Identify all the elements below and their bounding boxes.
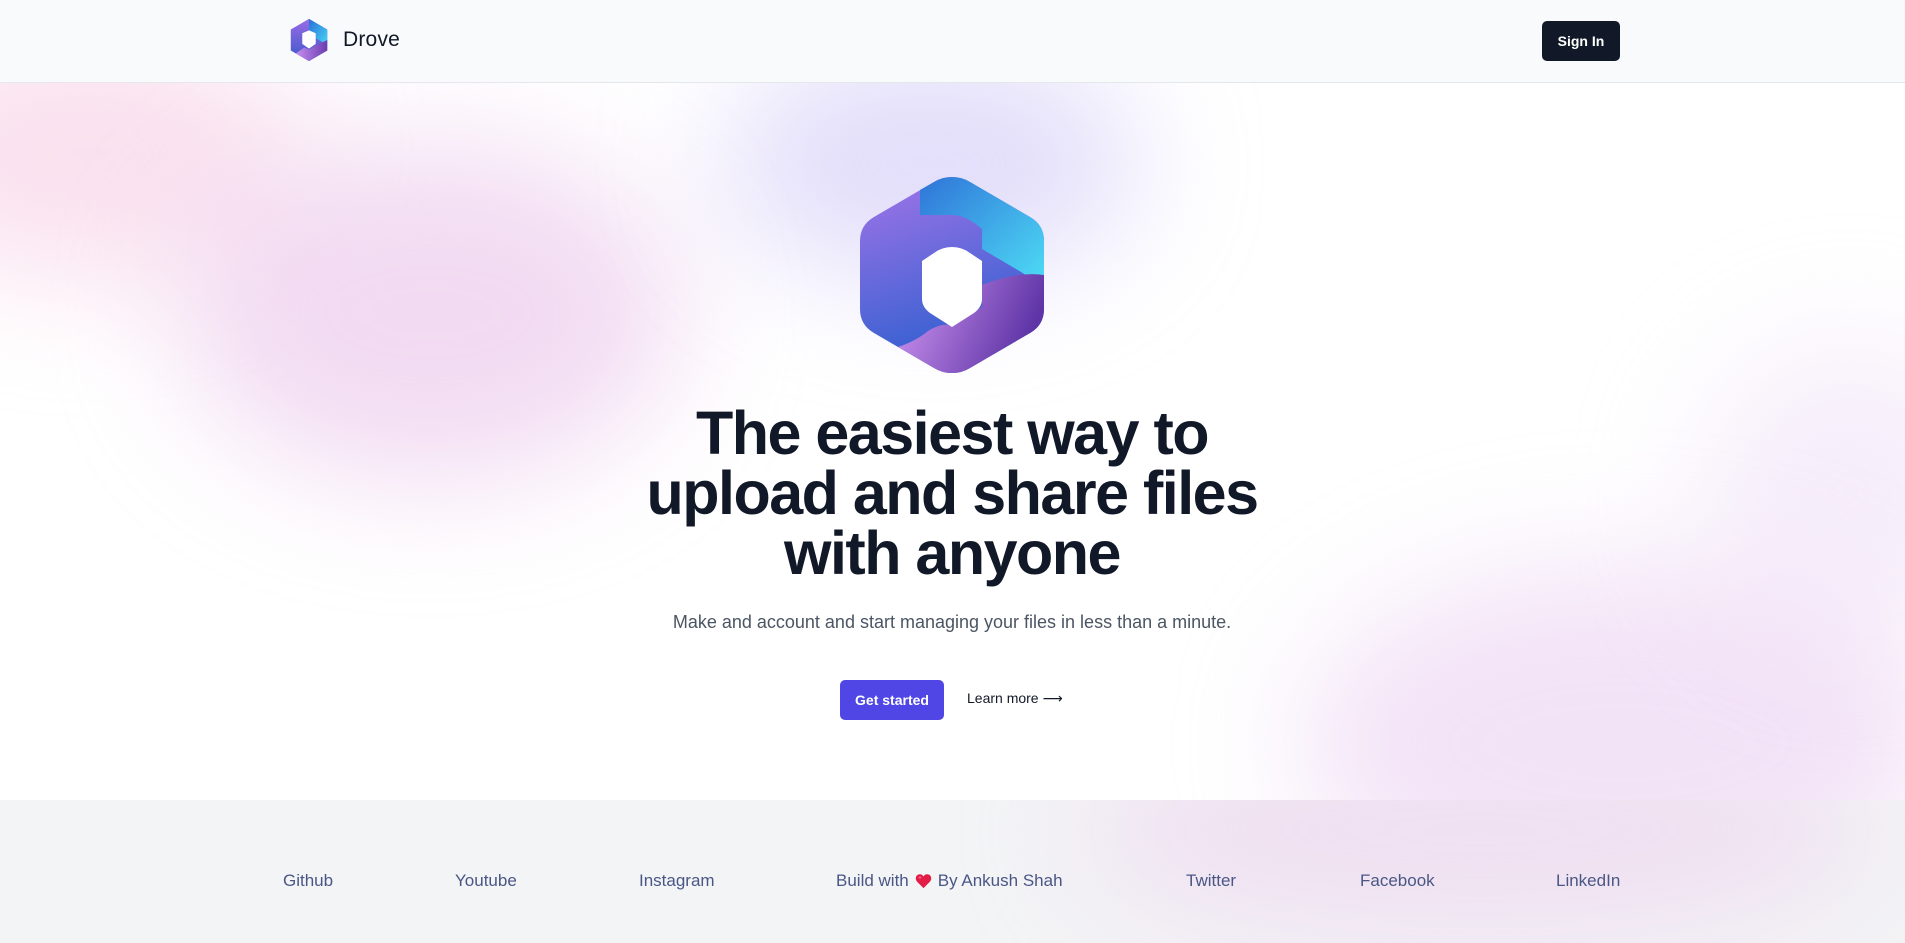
hero-logo-icon bbox=[860, 177, 1044, 373]
landing-page: Drove Sign In The easiest way to upload … bbox=[0, 0, 1905, 943]
brand-name: Drove bbox=[343, 28, 401, 51]
top-header: Drove Sign In bbox=[0, 0, 1905, 83]
footer-link-twitter[interactable]: Twitter bbox=[1186, 871, 1236, 891]
learn-more-link[interactable]: Learn more ⟶ bbox=[967, 690, 1063, 707]
footer-link-instagram[interactable]: Instagram bbox=[639, 871, 715, 891]
hero-title-line: with anyone bbox=[784, 519, 1121, 587]
background-blob bbox=[1080, 800, 1880, 940]
hero-section: The easiest way to upload and share file… bbox=[0, 83, 1905, 800]
heart-icon bbox=[915, 874, 932, 889]
credit-suffix: By Ankush Shah bbox=[937, 871, 1063, 890]
footer-link-facebook[interactable]: Facebook bbox=[1360, 871, 1435, 891]
learn-more-label: Learn more bbox=[967, 690, 1039, 706]
hero-subtitle: Make and account and start managing your… bbox=[672, 612, 1232, 632]
hero-title-line: The easiest way to bbox=[695, 399, 1210, 467]
footer-link-youtube[interactable]: Youtube bbox=[455, 871, 517, 891]
footer: Github Youtube Instagram Build with By A… bbox=[0, 800, 1905, 943]
credit-prefix: Build with bbox=[836, 871, 909, 890]
sign-in-button[interactable]: Sign In bbox=[1542, 21, 1620, 61]
brand-logo-icon bbox=[290, 18, 328, 62]
get-started-button[interactable]: Get started bbox=[840, 680, 944, 720]
footer-link-linkedin[interactable]: LinkedIn bbox=[1556, 871, 1620, 891]
hero-title: The easiest way to upload and share file… bbox=[552, 399, 1352, 587]
footer-credit: Build with By Ankush Shah bbox=[836, 871, 1063, 891]
brand[interactable]: Drove bbox=[285, 16, 400, 64]
hero-title-line: upload and share files bbox=[646, 459, 1259, 527]
footer-link-github[interactable]: Github bbox=[283, 871, 333, 891]
arrow-right-icon: ⟶ bbox=[1042, 690, 1063, 706]
